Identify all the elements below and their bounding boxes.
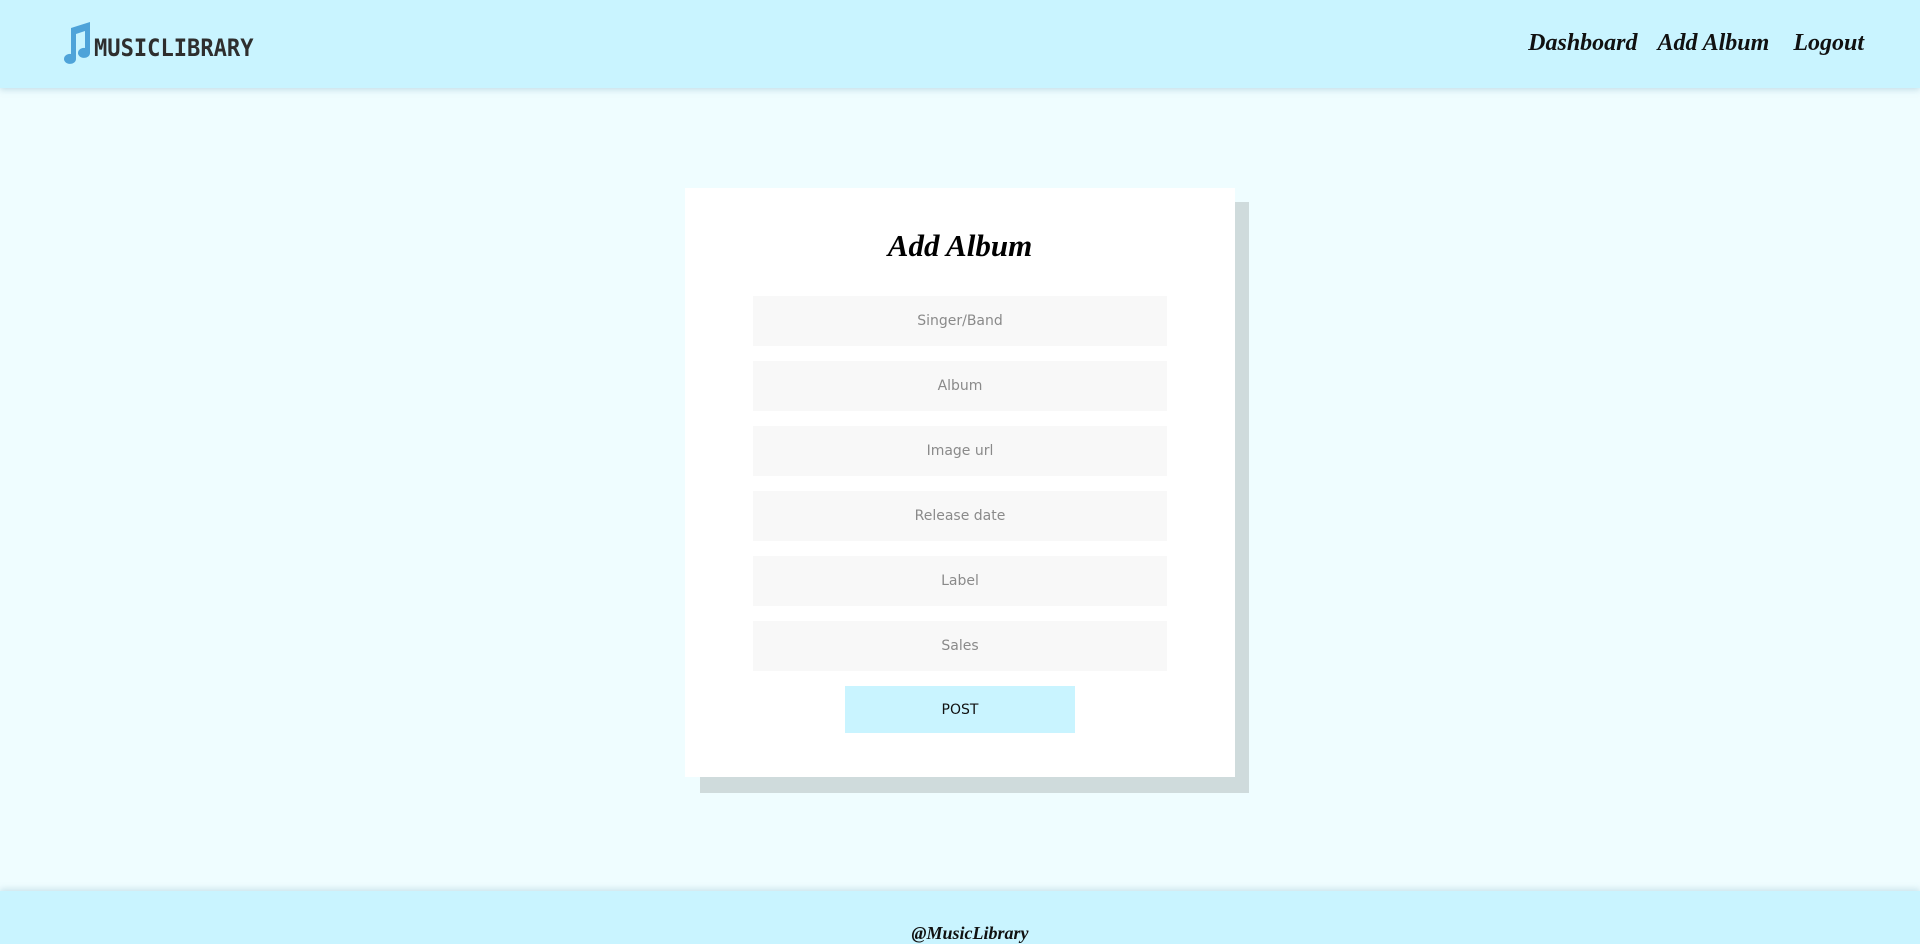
nav-logout-link[interactable]: Logout: [1793, 30, 1864, 57]
release-date-input[interactable]: [753, 491, 1167, 541]
form-title: Add Album: [887, 228, 1033, 263]
nav-dashboard-link[interactable]: Dashboard: [1528, 30, 1637, 57]
label-input[interactable]: [753, 556, 1167, 606]
album-input[interactable]: [753, 361, 1167, 411]
nav-add-album-link[interactable]: Add Album: [1658, 30, 1770, 57]
main-nav: Dashboard Add Album Logout: [1528, 30, 1864, 57]
site-footer: @MusicLibrary: [0, 891, 1920, 944]
logo[interactable]: MUSICLIBRARY: [60, 20, 267, 66]
image-url-input[interactable]: [753, 426, 1167, 476]
music-note-icon: [64, 22, 90, 64]
logo-text: MUSICLIBRARY: [94, 34, 254, 62]
site-header: MUSICLIBRARY Dashboard Add Album Logout: [0, 0, 1920, 88]
singer-band-input[interactable]: [753, 296, 1167, 346]
post-button[interactable]: POST: [845, 686, 1075, 733]
add-album-form-card: Add Album POST: [685, 188, 1235, 777]
sales-input[interactable]: [753, 621, 1167, 671]
footer-text: @MusicLibrary: [911, 923, 1029, 943]
